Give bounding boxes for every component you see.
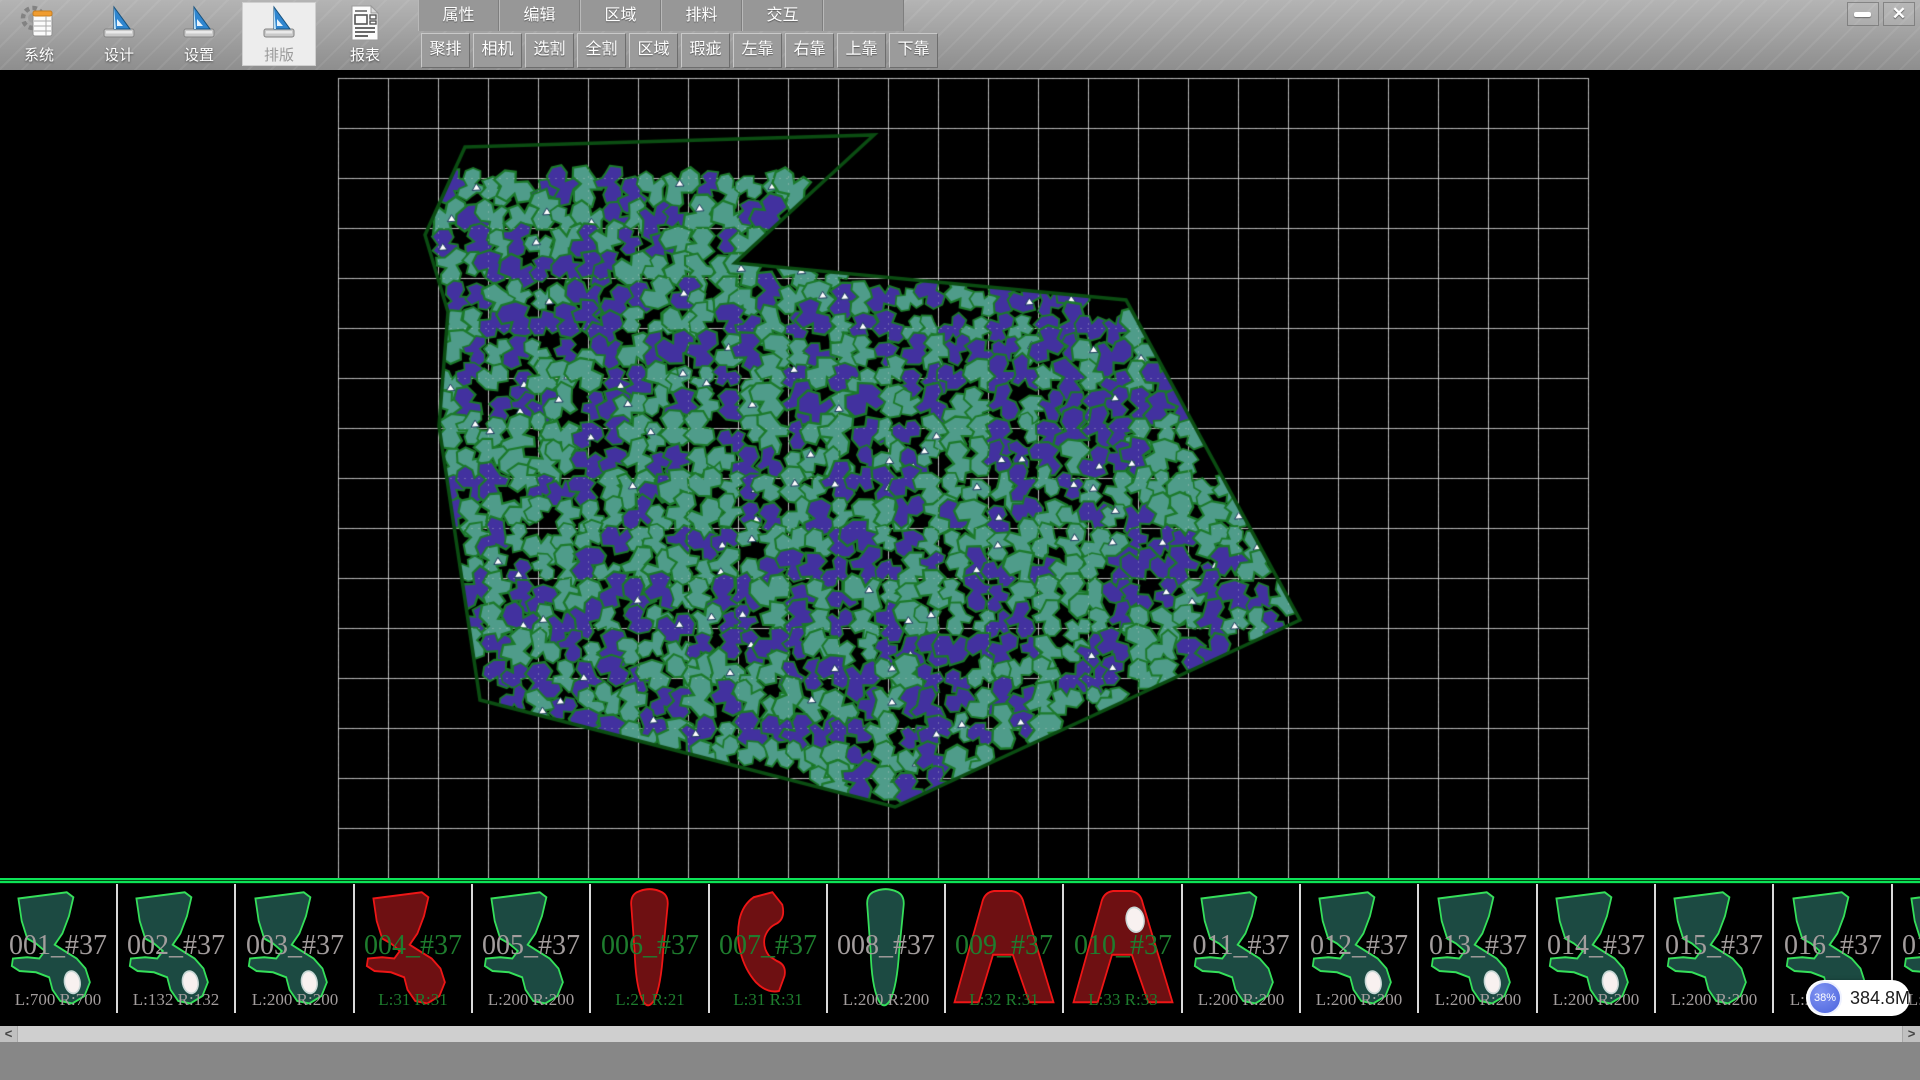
piece-id-label: 002_#37 (118, 930, 234, 962)
launcher-button-3[interactable]: 设置 (162, 2, 236, 66)
piece-thumbnail[interactable]: 004_#37 L:31 R:31 (355, 884, 473, 1013)
piece-lr-label: L:200 R:200 (828, 990, 944, 1010)
piece-lr-label: L:700 R:700 (0, 990, 116, 1010)
progress-circle: 38% (1808, 981, 1842, 1015)
close-button[interactable]: ✕ (1883, 2, 1915, 26)
piece-id-label: 007_#37 (710, 930, 826, 962)
memory-text: 384.8M (1850, 988, 1910, 1009)
piece-id-label: 003_#37 (237, 930, 353, 962)
piece-thumbnail[interactable]: 010_#37 L:33 R:33 (1065, 884, 1183, 1013)
piece-lr-label: L:200 R:200 (1183, 990, 1299, 1010)
launcher-label: 设计 (82, 47, 156, 65)
scroll-right-button[interactable]: > (1902, 1026, 1920, 1042)
menu-item-4[interactable]: 排料 (661, 0, 742, 31)
piece-lr-label: L:200 R:200 (1538, 990, 1654, 1010)
piece-id-label: 009_#37 (946, 930, 1062, 962)
minimize-icon (1854, 12, 1871, 17)
tool-button-6[interactable]: 瑕疵 (681, 33, 730, 68)
set-square-icon (260, 29, 298, 46)
tool-button-7[interactable]: 左靠 (733, 33, 782, 68)
piece-id-label: 017_#37 (1893, 930, 1920, 962)
menu-bar: 属性编辑区域排料交互 (418, 0, 904, 31)
piece-thumbnail[interactable]: 015_#37 L:200 R:200 (1656, 884, 1774, 1013)
tool-button-9[interactable]: 上靠 (837, 33, 886, 68)
scroll-left-button[interactable]: < (0, 1026, 18, 1042)
set-square-icon (100, 29, 138, 46)
tool-button-3[interactable]: 选割 (525, 33, 574, 68)
piece-id-label: 014_#37 (1538, 930, 1654, 962)
piece-id-label: 006_#37 (592, 930, 708, 962)
piece-thumbnail-strip: 001_#37L:700 R:700002_#37L:132 R:132003_… (0, 884, 1920, 1015)
piece-id-label: 005_#37 (473, 930, 589, 962)
piece-thumbnail[interactable]: 002_#37 L:132 R:132 (118, 884, 236, 1013)
piece-thumbnail[interactable]: 005_#37 L:200 R:200 (473, 884, 591, 1013)
piece-lr-label: L:21 R:21 (592, 990, 708, 1010)
tool-bar: 聚排相机选割全割区域瑕疵左靠右靠上靠下靠 (421, 33, 941, 68)
tool-button-10[interactable]: 下靠 (889, 33, 938, 68)
piece-id-label: 011_#37 (1183, 930, 1299, 962)
app-window: 系统设计设置排版报表 属性编辑区域排料交互 聚排相机选割全割区域瑕疵左靠右靠上靠… (0, 0, 1920, 1080)
menu-item-2[interactable]: 编辑 (499, 0, 580, 31)
piece-thumbnail[interactable]: 012_#37 L:200 R:200 (1301, 884, 1419, 1013)
piece-thumbnail[interactable]: 006_#37 L:21 R:21 (592, 884, 710, 1013)
menu-item-1[interactable]: 属性 (418, 0, 499, 31)
piece-id-label: 010_#37 (1065, 930, 1181, 962)
menu-item-5[interactable]: 交互 (742, 0, 823, 31)
gear-system-icon (20, 29, 58, 46)
nesting-canvas[interactable] (0, 70, 1920, 878)
piece-thumbnail[interactable]: 001_#37 L:700 R:700 (0, 884, 118, 1013)
piece-lr-label: L:33 R:33 (1065, 990, 1181, 1010)
titlebar: 系统设计设置排版报表 属性编辑区域排料交互 聚排相机选割全割区域瑕疵左靠右靠上靠… (0, 0, 1920, 71)
launcher-label: 排版 (242, 47, 316, 65)
launcher-label: 报表 (328, 47, 402, 65)
piece-id-label: 004_#37 (355, 930, 471, 962)
launcher-button-2[interactable]: 设计 (82, 2, 156, 66)
piece-lr-label: L:132 R:132 (118, 990, 234, 1010)
piece-thumbnail[interactable]: 013_#37 L:200 R:200 (1420, 884, 1538, 1013)
piece-lr-label: L:31 R:31 (355, 990, 471, 1010)
window-controls: ✕ (1847, 2, 1915, 26)
piece-id-label: 008_#37 (828, 930, 944, 962)
piece-lr-label: L:200 R:200 (1301, 990, 1417, 1010)
piece-thumbnail[interactable]: 008_#37 L:200 R:200 (828, 884, 946, 1013)
piece-id-label: 001_#37 (0, 930, 116, 962)
piece-thumbnail[interactable]: 011_#37 L:200 R:200 (1183, 884, 1301, 1013)
piece-thumbnail[interactable]: 014_#37 L:200 R:200 (1538, 884, 1656, 1013)
piece-lr-label: L:200 R:200 (1656, 990, 1772, 1010)
report-icon (346, 29, 384, 46)
launcher-button-5[interactable]: 报表 (328, 2, 402, 66)
launcher-button-4[interactable]: 排版 (242, 2, 316, 66)
tool-button-5[interactable]: 区域 (629, 33, 678, 68)
tool-button-8[interactable]: 右靠 (785, 33, 834, 68)
piece-id-label: 013_#37 (1420, 930, 1536, 962)
tool-button-4[interactable]: 全割 (577, 33, 626, 68)
menu-item-3[interactable]: 区域 (580, 0, 661, 31)
status-bar (0, 1042, 1920, 1080)
piece-thumbnail[interactable]: 009_#37 L:32 R:31 (946, 884, 1064, 1013)
piece-lr-label: L:200 R:200 (473, 990, 589, 1010)
piece-id-label: 015_#37 (1656, 930, 1772, 962)
tool-button-2[interactable]: 相机 (473, 33, 522, 68)
piece-lr-label: L:200 R:200 (237, 990, 353, 1010)
piece-thumbnail[interactable]: 007_#37 L:31 R:31 (710, 884, 828, 1013)
memory-badge: 38% 384.8M (1806, 980, 1910, 1016)
launcher-label: 系统 (2, 47, 76, 65)
piece-thumbnail[interactable]: 003_#37 L:200 R:200 (237, 884, 355, 1013)
launcher-button-1[interactable]: 系统 (2, 2, 76, 66)
launcher-label: 设置 (162, 47, 236, 65)
thumbnail-scrollbar[interactable]: < > (0, 1026, 1920, 1042)
piece-lr-label: L:31 R:31 (710, 990, 826, 1010)
menu-spacer (823, 0, 904, 31)
piece-id-label: 012_#37 (1301, 930, 1417, 962)
close-icon: ✕ (1884, 3, 1914, 24)
set-square-icon (180, 29, 218, 46)
tool-button-1[interactable]: 聚排 (421, 33, 470, 68)
minimize-button[interactable] (1847, 2, 1879, 26)
piece-lr-label: L:200 R:200 (1420, 990, 1536, 1010)
piece-lr-label: L:32 R:31 (946, 990, 1062, 1010)
piece-id-label: 016_#37 (1775, 930, 1891, 962)
